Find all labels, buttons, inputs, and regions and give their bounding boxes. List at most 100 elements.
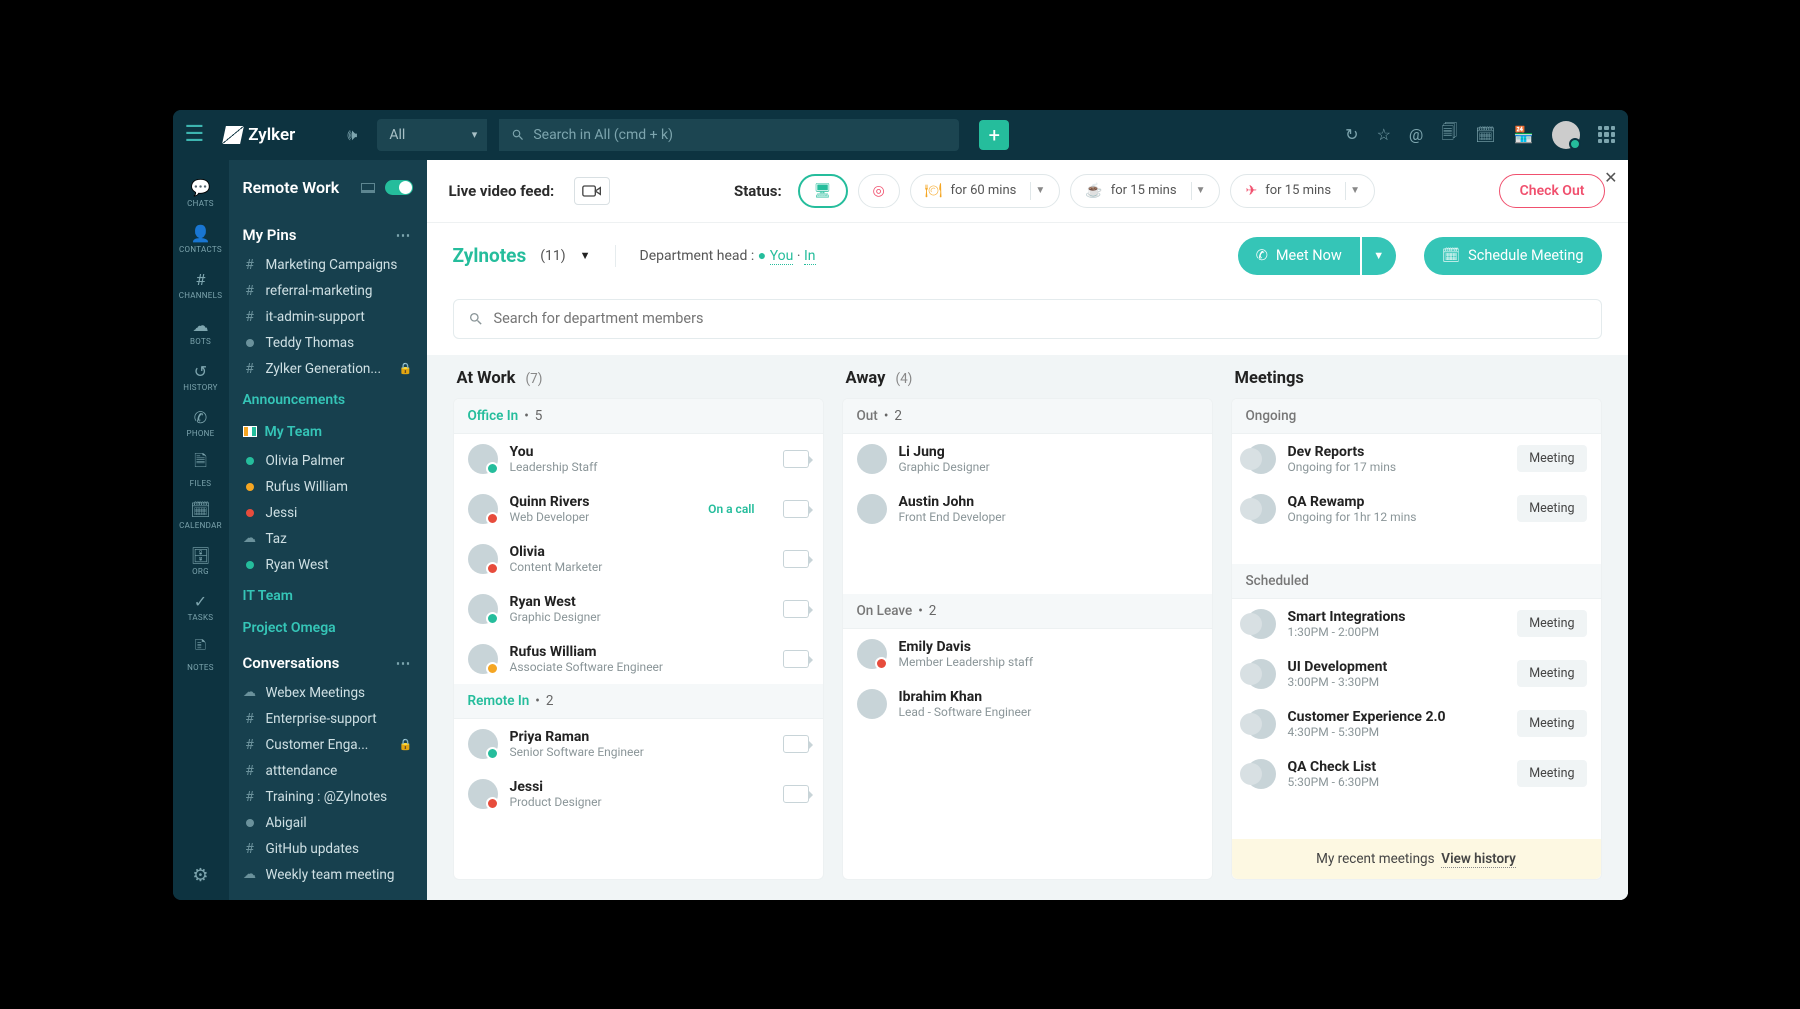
person-row[interactable]: Ibrahim KhanLead - Software Engineer: [843, 679, 1212, 729]
department-dropdown-icon[interactable]: ▼: [580, 249, 591, 262]
person-row[interactable]: Austin JohnFront End Developer: [843, 484, 1212, 534]
mention-icon[interactable]: @: [1409, 125, 1423, 144]
chevron-down-icon[interactable]: ▼: [1196, 185, 1206, 196]
hamburger-icon[interactable]: ☰: [185, 122, 205, 147]
search-filter-dropdown[interactable]: All: [377, 119, 487, 151]
person-row[interactable]: YouLeadership Staff: [454, 434, 823, 484]
meeting-row[interactable]: Dev ReportsOngoing for 17 mins Meeting: [1232, 434, 1601, 484]
department-search-input[interactable]: [494, 310, 1587, 327]
live-feed-camera-button[interactable]: [574, 177, 610, 205]
sidebar-item[interactable]: #Customer Enga...🔒: [243, 732, 413, 758]
meeting-row[interactable]: Smart Integrations1:30PM - 2:00PM Meetin…: [1232, 599, 1601, 649]
store-icon[interactable]: 🏪: [1514, 125, 1534, 144]
it-team-link[interactable]: IT Team: [229, 580, 427, 612]
star-icon[interactable]: ☆: [1377, 125, 1391, 144]
view-history-link[interactable]: View history: [1441, 851, 1516, 868]
camera-icon[interactable]: [783, 785, 809, 803]
person-row[interactable]: Rufus WilliamAssociate Software Engineer: [454, 634, 823, 684]
sidebar-item[interactable]: Olivia Palmer: [243, 448, 413, 474]
meeting-button[interactable]: Meeting: [1517, 710, 1586, 737]
sidebar-item[interactable]: ☁Taz: [243, 526, 413, 552]
close-icon[interactable]: ✕: [1604, 168, 1617, 187]
status-pill[interactable]: 🍽for 60 mins▼: [910, 174, 1061, 208]
refresh-icon[interactable]: ↻: [1345, 125, 1358, 144]
person-row[interactable]: Emily DavisMember Leadership staff: [843, 629, 1212, 679]
meeting-row[interactable]: QA Check List5:30PM - 6:30PM Meeting: [1232, 749, 1601, 799]
person-row[interactable]: OliviaContent Marketer: [454, 534, 823, 584]
sidebar-item[interactable]: #atttendance: [243, 758, 413, 784]
sidebar-item[interactable]: #Training : @Zylnotes: [243, 784, 413, 810]
meeting-row[interactable]: Customer Experience 2.04:30PM - 5:30PM M…: [1232, 699, 1601, 749]
rail-item-channels[interactable]: #CHANNELS: [179, 262, 223, 308]
sidebar-item[interactable]: #it-admin-support: [243, 304, 413, 330]
meeting-button[interactable]: Meeting: [1517, 760, 1586, 787]
meet-now-dropdown[interactable]: ▼: [1362, 237, 1396, 275]
add-button[interactable]: +: [979, 120, 1009, 150]
person-row[interactable]: JessiProduct Designer: [454, 769, 823, 819]
sidebar-item[interactable]: #GitHub updates: [243, 836, 413, 862]
sidebar-item[interactable]: Teddy Thomas: [243, 330, 413, 356]
sidebar-item[interactable]: Abigail: [243, 810, 413, 836]
brand[interactable]: Zylker: [224, 125, 295, 145]
project-omega-link[interactable]: Project Omega: [229, 612, 427, 644]
status-pill[interactable]: ✈for 15 mins▼: [1230, 174, 1375, 208]
status-pill[interactable]: 🖥: [798, 174, 848, 208]
chevron-down-icon[interactable]: ▼: [1035, 185, 1045, 196]
rail-item-files[interactable]: 🗎FILES: [179, 446, 223, 492]
conversations-menu-icon[interactable]: ⋯: [396, 654, 413, 672]
rail-item-org[interactable]: 🗄ORG: [179, 538, 223, 584]
sidebar-item[interactable]: Rufus William: [243, 474, 413, 500]
camera-icon[interactable]: [783, 600, 809, 618]
meet-now-button[interactable]: ✆Meet Now: [1238, 237, 1360, 275]
sidebar-item[interactable]: ☁Weekly team meeting: [243, 862, 413, 888]
global-search-input[interactable]: [533, 127, 947, 143]
meeting-button[interactable]: Meeting: [1517, 495, 1586, 522]
meeting-button[interactable]: Meeting: [1517, 660, 1586, 687]
global-search[interactable]: [499, 119, 959, 151]
rail-item-notes[interactable]: 🗈NOTES: [179, 630, 223, 676]
meeting-row[interactable]: QA RewampOngoing for 1hr 12 mins Meeting: [1232, 484, 1601, 534]
meeting-button[interactable]: Meeting: [1517, 445, 1586, 472]
sidebar-item[interactable]: #Enterprise-support: [243, 706, 413, 732]
settings-icon[interactable]: ⚙: [192, 865, 208, 886]
camera-icon[interactable]: [783, 500, 809, 518]
sidebar-item[interactable]: #Zylker Generation...🔒: [243, 356, 413, 382]
user-avatar[interactable]: [1552, 121, 1580, 149]
rail-item-bots[interactable]: ☁BOTS: [179, 308, 223, 354]
monitor-icon[interactable]: [361, 183, 375, 193]
status-pill[interactable]: ☕for 15 mins▼: [1070, 174, 1220, 208]
sidebar-item[interactable]: Ryan West: [243, 552, 413, 578]
camera-icon[interactable]: [783, 650, 809, 668]
sidebar-item[interactable]: ☁Webex Meetings: [243, 680, 413, 706]
meeting-row[interactable]: UI Development3:00PM - 3:30PM Meeting: [1232, 649, 1601, 699]
rail-item-calendar[interactable]: 🗓CALENDAR: [179, 492, 223, 538]
rail-item-tasks[interactable]: ✓TASKS: [179, 584, 223, 630]
my-team-link[interactable]: My Team: [229, 416, 427, 448]
camera-icon[interactable]: [783, 550, 809, 568]
rail-item-chats[interactable]: 💬CHATS: [179, 170, 223, 216]
person-row[interactable]: Li JungGraphic Designer: [843, 434, 1212, 484]
person-row[interactable]: Ryan WestGraphic Designer: [454, 584, 823, 634]
sidebar-item[interactable]: #Marketing Campaigns: [243, 252, 413, 278]
speaker-icon[interactable]: 🕪: [347, 125, 357, 145]
sidebar-item[interactable]: Jessi: [243, 500, 413, 526]
status-pill[interactable]: ◎: [858, 174, 900, 208]
pins-menu-icon[interactable]: ⋯: [396, 226, 413, 244]
department-search[interactable]: [453, 299, 1602, 339]
remote-toggle[interactable]: [385, 180, 413, 195]
rail-item-phone[interactable]: ✆PHONE: [179, 400, 223, 446]
rail-item-history[interactable]: ↺HISTORY: [179, 354, 223, 400]
rail-item-contacts[interactable]: 👤CONTACTS: [179, 216, 223, 262]
person-row[interactable]: Priya RamanSenior Software Engineer: [454, 719, 823, 769]
schedule-meeting-button[interactable]: 🗓Schedule Meeting: [1424, 237, 1602, 275]
meeting-button[interactable]: Meeting: [1517, 610, 1586, 637]
calendar-icon[interactable]: 🗓: [1475, 125, 1495, 144]
person-row[interactable]: Quinn RiversWeb DeveloperOn a call: [454, 484, 823, 534]
apps-grid-icon[interactable]: [1598, 126, 1616, 144]
camera-icon[interactable]: [783, 735, 809, 753]
sidebar-item[interactable]: #referral-marketing: [243, 278, 413, 304]
chevron-down-icon[interactable]: ▼: [1350, 185, 1360, 196]
camera-icon[interactable]: [783, 450, 809, 468]
check-out-button[interactable]: Check Out: [1499, 174, 1606, 208]
announcements-link[interactable]: Announcements: [229, 384, 427, 416]
